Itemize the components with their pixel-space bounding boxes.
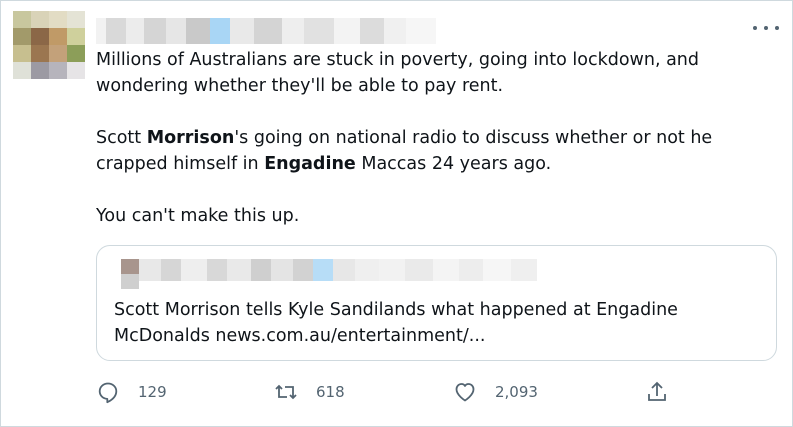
tweet-text-segment: Maccas 24 years ago. [355,154,552,174]
retweet-button[interactable]: 618 [274,380,345,404]
retweet-count: 618 [316,383,345,401]
quote-line-1: Scott Morrison tells Kyle Sandilands wha… [114,300,678,320]
heart-icon [455,383,475,402]
quote-line-2[interactable]: McDonalds news.com.au/entertainment/... [114,323,754,349]
share-icon [648,381,666,401]
tweet-text: Millions of Australians are stuck in pov… [96,47,746,229]
tweet-text-segment: Scott [96,128,147,148]
retweet-icon [275,384,297,400]
avatar[interactable] [13,11,85,79]
quote-author-blurred [139,259,609,281]
reply-count: 129 [138,383,167,401]
quote-tweet[interactable]: Scott Morrison tells Kyle Sandilands wha… [96,245,777,361]
reply-icon [98,382,118,404]
reply-button[interactable]: 129 [96,380,167,404]
highlight-engadine: Engadine [264,154,356,174]
tweet-line-1: Millions of Australians are stuck in pov… [96,50,699,70]
like-count: 2,093 [495,383,538,401]
more-icon[interactable] [753,18,779,38]
tweet-text-segment: 's going on national radio to discuss wh… [234,128,713,148]
quote-text: Scott Morrison tells Kyle Sandilands wha… [114,297,754,349]
action-bar: 129 618 2,093 [0,372,793,416]
author-name-blurred[interactable] [96,18,446,44]
quote-avatar [121,259,139,289]
hashtag-highlight-morrison: Morrison [146,128,235,148]
tweet-line-2: wondering whether they'll be able to pay… [96,76,504,96]
tweet-line-closing: You can't make this up. [96,206,300,226]
share-button[interactable] [645,380,669,404]
like-button[interactable]: 2,093 [453,380,538,404]
tweet-text-segment: crapped himself in [96,154,265,174]
